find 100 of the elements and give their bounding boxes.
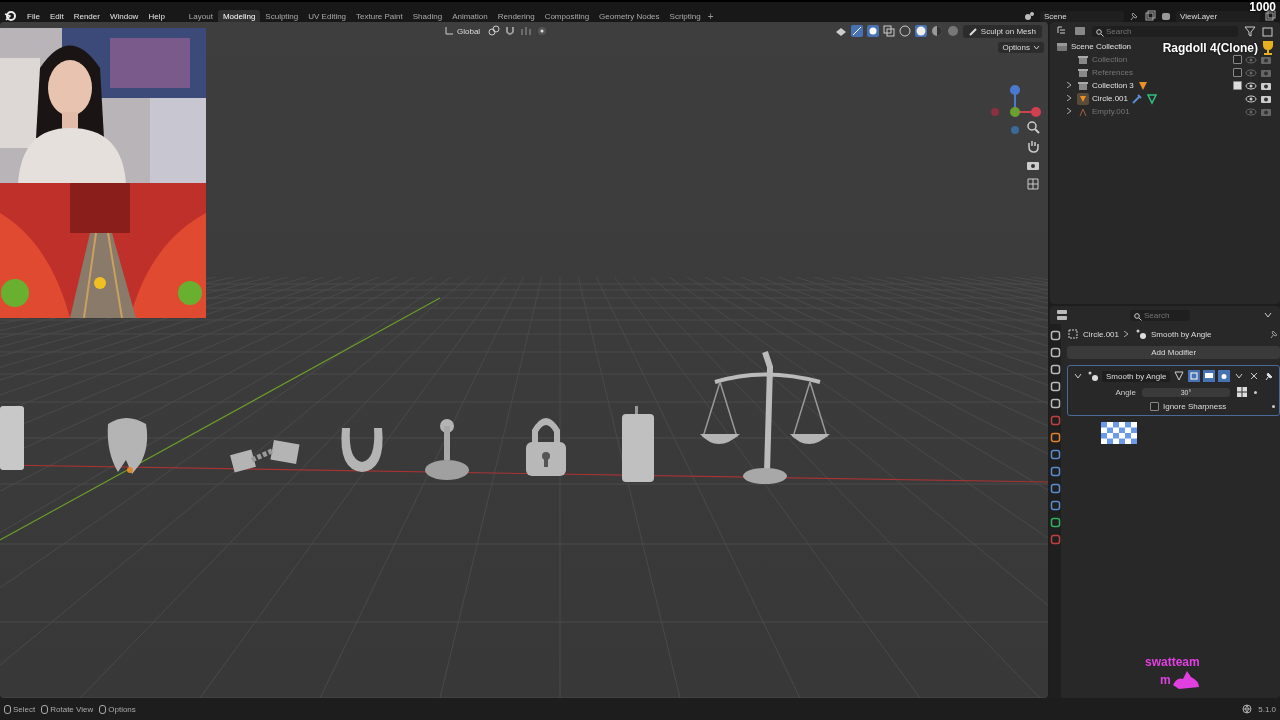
breadcrumb-item[interactable]: Circle.001 xyxy=(1083,329,1119,339)
workspace-tab[interactable]: Rendering xyxy=(492,9,540,23)
solid-shading-icon[interactable] xyxy=(914,25,927,37)
properties-tab-icon[interactable] xyxy=(1050,500,1061,511)
vertex-triangle-icon[interactable] xyxy=(1173,370,1186,382)
modifier-icon[interactable] xyxy=(1135,328,1147,340)
grid-icon[interactable] xyxy=(1026,177,1040,191)
add-workspace-button[interactable]: + xyxy=(707,10,714,22)
hand-icon[interactable] xyxy=(1026,139,1040,153)
triangle-icon[interactable] xyxy=(1136,79,1149,92)
options-dropdown[interactable]: Options xyxy=(998,42,1044,53)
collection-icon[interactable] xyxy=(1056,40,1068,53)
node-socket-icon[interactable] xyxy=(1236,386,1248,398)
tooth-object xyxy=(107,418,148,474)
search-field[interactable]: Search xyxy=(1092,25,1238,37)
collection-icon[interactable] xyxy=(1077,79,1089,92)
add-modifier-button[interactable]: Add Modifier xyxy=(1067,346,1280,359)
link-icon[interactable] xyxy=(488,25,501,37)
eye-icon[interactable] xyxy=(1245,53,1257,66)
pin-icon[interactable] xyxy=(1268,328,1280,340)
camera-icon[interactable] xyxy=(1218,370,1231,382)
collection-icon[interactable] xyxy=(1077,66,1089,79)
filter-icon[interactable] xyxy=(1244,25,1256,37)
workspace-tab[interactable]: UV Editing xyxy=(303,9,352,23)
orientation-dropdown[interactable]: Global xyxy=(440,25,485,37)
object-icon[interactable] xyxy=(1067,328,1079,340)
workspace-tab[interactable]: Sculpting xyxy=(260,9,304,23)
duplicate-icon[interactable] xyxy=(1144,10,1156,22)
outliner-item[interactable]: Collection 3 xyxy=(1092,81,1134,90)
outliner-item[interactable]: Circle.001 xyxy=(1092,94,1128,103)
display-mode-icon[interactable] xyxy=(1074,25,1086,37)
view-icon[interactable] xyxy=(834,25,847,37)
properties-tab-icon[interactable] xyxy=(1050,517,1061,528)
brand-overlay: m xyxy=(1160,673,1171,687)
proportional-icon[interactable] xyxy=(536,25,549,37)
properties-tab-icon[interactable] xyxy=(1050,483,1061,494)
workspace-tab[interactable]: Geometry Nodes xyxy=(594,9,665,23)
menu-item[interactable]: Render xyxy=(68,11,105,21)
breadcrumb-item[interactable]: Smooth by Angle xyxy=(1151,329,1212,339)
outliner-item[interactable]: Scene Collection xyxy=(1071,42,1132,51)
workspace-tab[interactable]: Shading xyxy=(407,9,448,23)
properties-tab-icon[interactable] xyxy=(1050,432,1061,443)
editor-type-icon[interactable] xyxy=(1056,309,1068,321)
edit-mode-icon[interactable] xyxy=(1188,370,1201,382)
monitor-icon[interactable] xyxy=(1203,370,1216,382)
properties-tab-icon[interactable] xyxy=(1050,347,1061,358)
rendered-shading-icon[interactable] xyxy=(946,25,959,37)
xray-icon[interactable] xyxy=(882,25,895,37)
triangle-icon[interactable] xyxy=(1146,92,1158,105)
modifier-name-field[interactable]: Smooth by Angle xyxy=(1102,370,1171,382)
checkbox[interactable] xyxy=(1233,55,1242,64)
duplicate-icon[interactable] xyxy=(1264,10,1276,22)
zoom-icon[interactable] xyxy=(1026,120,1040,134)
scene-icon[interactable] xyxy=(1024,10,1036,22)
new-collection-icon[interactable] xyxy=(1262,25,1274,37)
eye-icon[interactable] xyxy=(1245,79,1257,92)
magnet-icon[interactable] xyxy=(504,25,517,37)
workspace-tab[interactable]: Animation xyxy=(447,9,493,23)
workspace-tab[interactable]: Scripting xyxy=(664,9,706,23)
workspace-tab[interactable]: Modeling xyxy=(217,9,261,23)
keyframe-dot-icon[interactable] xyxy=(1254,390,1257,394)
menu-item[interactable]: Window xyxy=(104,11,144,21)
material-shading-icon[interactable] xyxy=(930,25,943,37)
overlay-icon[interactable] xyxy=(866,25,879,37)
pin-icon[interactable] xyxy=(1128,10,1140,22)
gizmo-icon[interactable] xyxy=(850,25,863,37)
scene-field[interactable]: Scene xyxy=(1040,10,1124,22)
workspace-tab[interactable]: Layout xyxy=(183,9,218,23)
view-layer-field[interactable]: ViewLayer xyxy=(1176,10,1260,22)
checkbox[interactable] xyxy=(1233,68,1242,77)
workspace-tab[interactable]: Compositing xyxy=(539,9,595,23)
wrench-icon[interactable] xyxy=(1131,92,1143,105)
menu-item[interactable]: File xyxy=(22,11,45,21)
properties-tab-icon[interactable] xyxy=(1050,364,1061,375)
search-field[interactable]: Search xyxy=(1130,309,1190,321)
mouse-icon xyxy=(4,704,11,714)
workspace-tab[interactable]: Texture Paint xyxy=(351,9,408,23)
sculpt-on-mesh-button[interactable]: Sculpt on Mesh xyxy=(962,24,1042,38)
checker-texture-icon xyxy=(1101,422,1137,444)
triangle-icon[interactable] xyxy=(1077,92,1089,105)
outliner-icon[interactable] xyxy=(1056,25,1068,37)
collection-icon[interactable] xyxy=(1077,53,1089,66)
properties-tab-icon[interactable] xyxy=(1050,381,1061,392)
app-logo-icon[interactable] xyxy=(4,10,16,22)
properties-tab-icon[interactable] xyxy=(1050,330,1061,341)
keyframe-dot-icon[interactable] xyxy=(1272,405,1276,408)
eye-icon[interactable] xyxy=(1245,92,1257,105)
properties-tab-icon[interactable] xyxy=(1050,466,1061,477)
brand-overlay: swatteam xyxy=(1145,655,1200,669)
menu-item[interactable]: Help xyxy=(143,11,170,21)
checkbox[interactable] xyxy=(1150,402,1159,411)
menu-item[interactable]: Edit xyxy=(44,11,69,21)
properties-tab-icon[interactable] xyxy=(1050,449,1061,460)
wireframe-icon[interactable] xyxy=(898,25,911,37)
modifier-icon[interactable] xyxy=(1087,370,1099,382)
checkbox-label: Ignore Sharpness xyxy=(1163,402,1227,411)
checkbox[interactable] xyxy=(1233,81,1242,90)
properties-tab-icon[interactable] xyxy=(1050,398,1061,409)
chevron-right-icon xyxy=(1123,330,1129,337)
layers-icon[interactable] xyxy=(1160,10,1172,22)
